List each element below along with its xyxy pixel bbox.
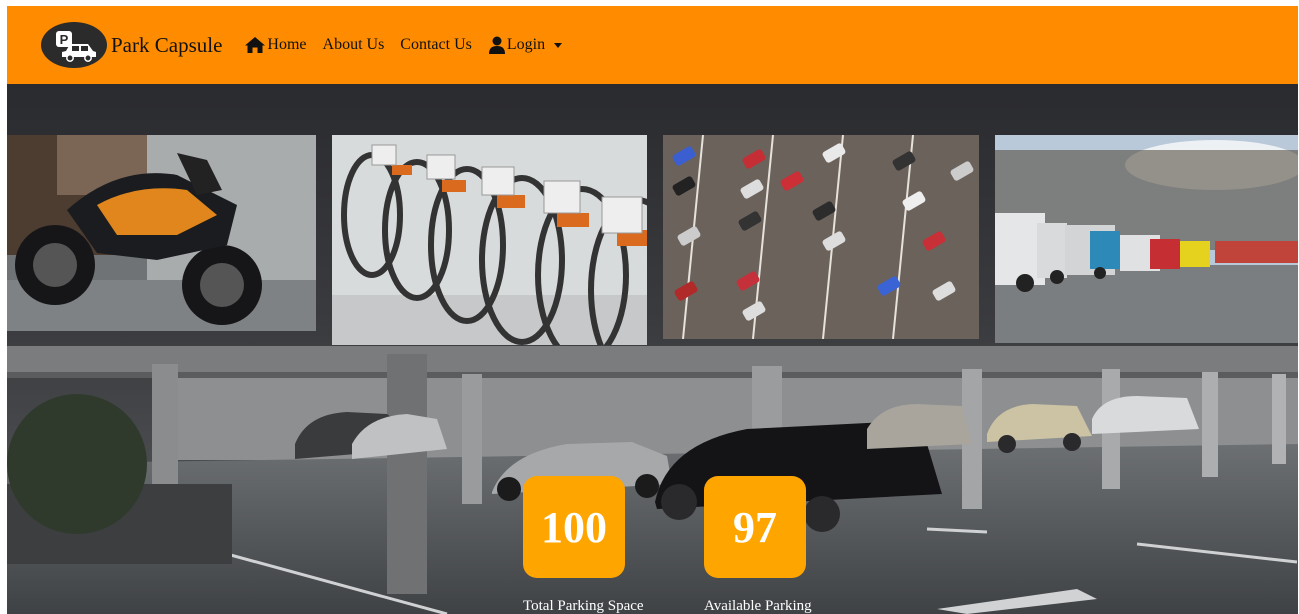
home-icon <box>245 37 266 53</box>
stat-available-parking: 97 Available Parking <box>704 476 812 614</box>
truck-parking-image <box>995 135 1298 343</box>
svg-text:P: P <box>60 32 69 47</box>
available-parking-label: Available Parking <box>704 598 812 614</box>
car-parking-logo-icon: P <box>41 22 107 68</box>
total-parking-value: 100 <box>523 476 625 578</box>
caret-down-icon <box>554 42 563 48</box>
car-parking-lot-image <box>663 135 979 339</box>
navbar: P Park Capsule Home About Us Contact Us … <box>7 6 1298 84</box>
nav-about-label: About Us <box>322 36 385 53</box>
nav-home-label: Home <box>267 36 307 53</box>
nav-links: Home About Us Contact Us Login <box>244 36 578 54</box>
brand-link[interactable]: P Park Capsule <box>41 22 222 68</box>
bicycles-image <box>332 135 647 345</box>
brand-name: Park Capsule <box>111 32 223 57</box>
total-parking-label: Total Parking Space <box>523 598 644 614</box>
nav-about[interactable]: About Us <box>323 36 385 54</box>
nav-home[interactable]: Home <box>244 36 307 54</box>
login-dropdown[interactable]: Login <box>488 36 563 54</box>
hero-section: 100 Total Parking Space 97 Available Par… <box>7 84 1298 614</box>
motorcycle-image <box>7 135 316 331</box>
user-icon <box>488 36 505 54</box>
available-parking-value: 97 <box>704 476 806 578</box>
page-frame: P Park Capsule Home About Us Contact Us … <box>7 6 1298 614</box>
nav-contact[interactable]: Contact Us <box>400 36 472 54</box>
stat-total-parking: 100 Total Parking Space <box>523 476 644 614</box>
nav-contact-label: Contact Us <box>400 36 472 53</box>
login-label: Login <box>506 36 546 53</box>
